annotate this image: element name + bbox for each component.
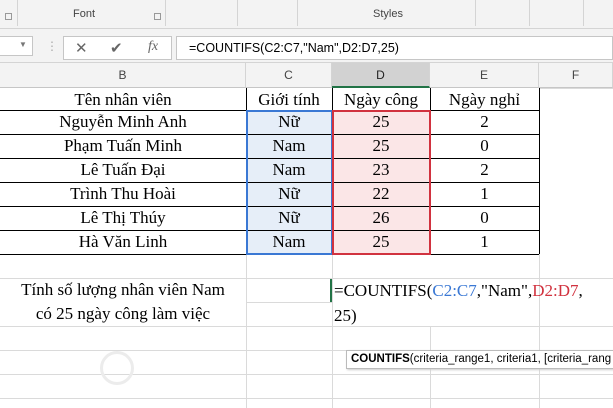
cell-daysoff[interactable]: 1 [430,230,539,254]
cell-gender[interactable]: Nữ [246,206,332,230]
ribbon-group-number [238,0,298,26]
editing-formula-line-2[interactable]: 25) [334,304,357,328]
cell-name[interactable]: Phạm Tuấn Minh [0,134,246,158]
header-ten-nhan-vien[interactable]: Tên nhân viên [0,88,246,110]
cell-workdays[interactable]: 23 [332,158,430,182]
formula-text: ,"Nam", [476,281,533,300]
formula-buttons: ✕ ✔ fx [63,36,172,60]
cell-workdays[interactable]: 22 [332,182,430,206]
question-line-1[interactable]: Tính số lượng nhân viên Nam [0,278,246,302]
cell-workdays[interactable]: 25 [332,134,430,158]
name-box[interactable]: ▼ [0,36,33,56]
watermark-logo [100,344,134,389]
dialog-launcher-icon[interactable] [5,13,12,20]
column-header-e[interactable]: E [430,63,539,88]
cell-name[interactable]: Nguyễn Minh Anh [0,110,246,134]
cell-name[interactable]: Lê Tuấn Đại [0,158,246,182]
ribbon-group-editing [530,0,584,26]
gridline [539,88,613,89]
editing-formula-line-1[interactable]: =COUNTIFS(C2:C7,"Nam",D2:D7, [334,279,583,303]
styles-group-label: Styles [373,8,403,20]
cell-name[interactable]: Trình Thu Hoài [0,182,246,206]
cell-daysoff[interactable]: 2 [430,110,539,134]
cell-workdays[interactable]: 25 [332,230,430,254]
formula-text: , [578,281,583,300]
formula-ref-c: C2:C7 [432,281,477,300]
active-cell-indicator [330,279,332,302]
lightbulb-icon [100,351,134,386]
ribbon-group-alignment [166,0,238,26]
cell-name[interactable]: Lê Thị Thúy [0,206,246,230]
ribbon: Font Styles [0,0,613,29]
gridline [0,326,613,327]
cell-gender[interactable]: Nữ [246,182,332,206]
grip-icon[interactable]: ⋮ [46,39,58,53]
formula-ref-d: D2:D7 [532,281,579,300]
ribbon-group-clipboard [0,0,18,26]
insert-function-icon[interactable]: fx [148,39,158,55]
column-header-d[interactable]: D [332,63,430,88]
header-ngay-cong[interactable]: Ngày công [332,88,430,112]
ribbon-group-styles: Styles [298,0,476,26]
cell-name[interactable]: Hà Văn Linh [0,230,246,254]
gridline [246,302,332,303]
cell-gender[interactable]: Nam [246,230,332,254]
cell-gender[interactable]: Nam [246,134,332,158]
cell-workdays[interactable]: 26 [332,206,430,230]
gridline [0,374,613,375]
tooltip-function-name[interactable]: COUNTIFS [351,353,410,365]
tooltip-arguments: (criteria_range1, criteria1, [criteria_r… [409,353,612,365]
cell-daysoff[interactable]: 2 [430,158,539,182]
formula-input[interactable]: =COUNTIFS(C2:C7,"Nam",D2:D7,25) [176,36,613,60]
gridline [0,398,613,399]
cell-daysoff[interactable]: 0 [430,134,539,158]
ribbon-group-font: Font [18,0,166,26]
cancel-icon[interactable]: ✕ [75,39,88,57]
ribbon-group-cells [476,0,530,26]
column-header-f[interactable]: F [539,63,613,88]
function-tooltip[interactable]: COUNTIFS(criteria_range1, criteria1, [cr… [346,350,613,369]
cell-workdays[interactable]: 25 [332,110,430,134]
column-header-c[interactable]: C [246,63,332,88]
font-dialog-launcher-icon[interactable] [154,13,161,20]
enter-icon[interactable]: ✔ [110,39,123,57]
cell-gender[interactable]: Nữ [246,110,332,134]
font-group-label: Font [73,8,96,20]
chevron-down-icon[interactable]: ▼ [19,40,27,49]
question-line-2[interactable]: có 25 ngày công làm việc [0,302,246,326]
cell-daysoff[interactable]: 1 [430,182,539,206]
cell-daysoff[interactable]: 0 [430,206,539,230]
column-header-b[interactable]: B [0,63,246,88]
border [539,88,540,254]
header-ngay-nghi[interactable]: Ngày nghỉ [430,88,539,112]
formula-text: =COUNTIFS( [334,281,433,300]
header-gioi-tinh[interactable]: Giới tính [246,88,332,112]
cell-gender[interactable]: Nam [246,158,332,182]
formula-bar: ▼ ⋮ ✕ ✔ fx =COUNTIFS(C2:C7,"Nam",D2:D7,2… [0,29,613,63]
